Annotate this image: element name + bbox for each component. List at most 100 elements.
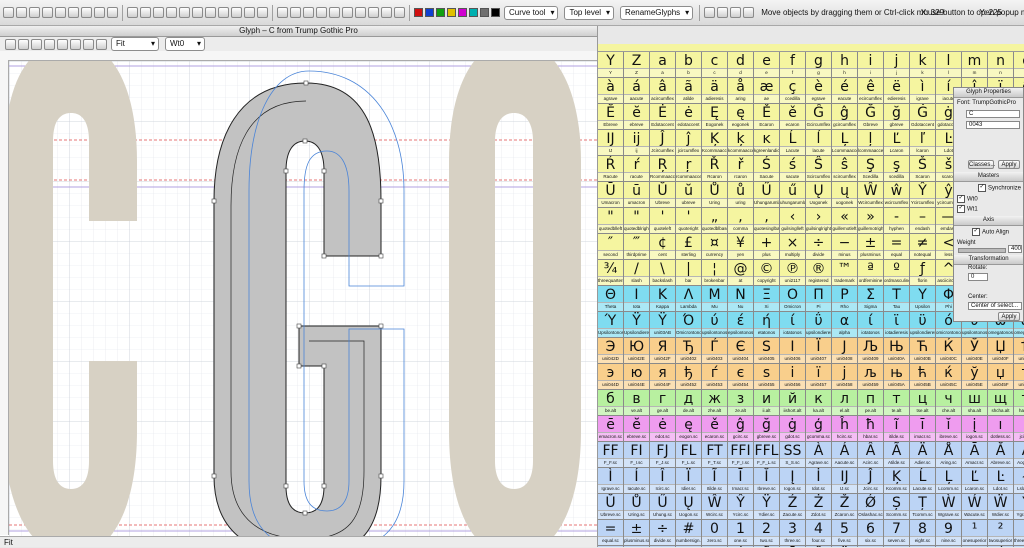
glyph-cell[interactable]: ı dotless.sc	[988, 416, 1014, 442]
align-icon[interactable]	[244, 7, 255, 18]
glyph-cell[interactable]: Ș Scomm.sc	[884, 494, 910, 520]
glyph-cell[interactable]: ± plusminus	[858, 234, 884, 260]
glyph-cell[interactable]: Π Pi	[806, 286, 832, 312]
glyph-cell[interactable]: Ä Adier.sc	[910, 442, 936, 468]
glyph-cell[interactable]: FI F_I.sc	[624, 442, 650, 468]
glyph-cell[interactable]: 5 five.sc	[832, 520, 858, 546]
tool-select[interactable]: Curve tool	[504, 5, 559, 20]
glyph-cell[interactable]: ѕ uni0455	[754, 364, 780, 390]
glyph-cell[interactable]: ģ gcomma.sc	[806, 416, 832, 442]
glyph-cell[interactable]: ŝ scircumflex	[832, 156, 858, 182]
glyph-cell[interactable]: 1 one.sc	[728, 520, 754, 546]
glyph-cell[interactable]: ë edieresis	[884, 78, 910, 104]
glyph-cell[interactable]: Ŝ Scircumflex	[806, 156, 832, 182]
glyph-cell[interactable]: ³threesuperior	[1014, 520, 1024, 546]
glyph-cell[interactable]: ΰupsilondieresistonos	[806, 312, 832, 338]
glyph-cell[interactable]: ℗ uni2117	[780, 260, 806, 286]
classes-button[interactable]: Classes...	[968, 160, 995, 169]
glyph-cell[interactable]: ŰUhungarumlaut	[754, 182, 780, 208]
glyph-cell[interactable]: 9 nine.sc	[936, 520, 962, 546]
glyph-cell[interactable]: Τ Tau	[884, 286, 910, 312]
color-swatch-2[interactable]	[436, 8, 445, 17]
glyph-cell[interactable]: ў uni045E	[962, 364, 988, 390]
color-swatch-6[interactable]	[480, 8, 489, 17]
glyph-cell[interactable]: ã atilde	[676, 78, 702, 104]
rect-icon[interactable]	[166, 7, 177, 18]
glyph-cell[interactable]: ² twosuperior	[988, 520, 1014, 546]
glyph-cell[interactable]: ų uogonek	[832, 182, 858, 208]
glyph-cell[interactable]: 7 seven.sc	[884, 520, 910, 546]
glyph-cell[interactable]: bb	[676, 52, 702, 78]
glyph-cell[interactable]: = equal.sc	[598, 520, 624, 546]
glyph-cell[interactable]: Í Iacute.sc	[624, 468, 650, 494]
glyph-cell[interactable]: ff	[780, 52, 806, 78]
glyph-cell[interactable]: Ŵ Wcircumflex	[858, 182, 884, 208]
glyph-cell[interactable]: ¾ threequarters	[598, 260, 624, 286]
glyph-cell[interactable]: я uni044F	[650, 364, 676, 390]
glyph-cell[interactable]: ŗrcommaaccent	[676, 156, 702, 182]
glyph-cell[interactable]: ĳ ij	[624, 130, 650, 156]
color-swatch-4[interactable]	[458, 8, 467, 17]
glyph-cell[interactable]: é eacute	[832, 78, 858, 104]
glyph-cell[interactable]: £ sterling	[676, 234, 702, 260]
glyph-cell[interactable]: oo	[1014, 52, 1024, 78]
glyph-cell[interactable]: Į Iogon.sc	[780, 468, 806, 494]
glyph-cell[interactable]: т te.alt	[884, 390, 910, 416]
glyph-cell[interactable]: Ŵ Wcirc.sc	[702, 494, 728, 520]
glyph-cell[interactable]: Ŭ Ubreve.sc	[598, 494, 624, 520]
glyph-cell[interactable]: џ uni045F	[988, 364, 1014, 390]
outline-node[interactable]	[321, 363, 327, 369]
contour-icon[interactable]	[342, 7, 353, 18]
glyph-cell[interactable]: Яuni042F	[650, 338, 676, 364]
glyph-cell[interactable]: п pe.alt	[858, 390, 884, 416]
glyph-cell[interactable]: ī imacr.sc	[910, 416, 936, 442]
glyph-cell[interactable]: э uni044D	[598, 364, 624, 390]
glyph-cell[interactable]: з ze.alt	[728, 390, 754, 416]
glyph-cell[interactable]: Ẁ Wgrave.sc	[936, 494, 962, 520]
outline-node[interactable]	[378, 198, 384, 204]
glyph-cell[interactable]: Ę Eogonek	[702, 104, 728, 130]
glyph-cell[interactable]: Ġ Gdotaccent	[910, 104, 936, 130]
glyph-cell[interactable]: Ŕ Racute	[598, 156, 624, 182]
outline-node[interactable]	[296, 323, 302, 329]
hand-icon[interactable]	[329, 7, 340, 18]
knife-icon[interactable]	[153, 7, 164, 18]
glyph-cell[interactable]: FFI F_F_I.sc	[728, 442, 754, 468]
glyph-cell[interactable]: ē emacron.sc	[598, 416, 624, 442]
zoom-select[interactable]: Fit	[111, 37, 159, 51]
cut-icon[interactable]	[81, 7, 92, 18]
glyph-cell[interactable]: İ Idot.sc	[806, 468, 832, 494]
pointer-icon[interactable]	[5, 38, 16, 50]
glyph-cell[interactable]: ỲYgrave.sc	[1014, 494, 1024, 520]
glyph-cell[interactable]: Ѣuni0462	[1014, 338, 1024, 364]
glyph-cell[interactable]: Јuni0408	[832, 338, 858, 364]
glyph-cell[interactable]: Ĺ Lacute.sc	[910, 468, 936, 494]
glyph-cell[interactable]: Ĵ Jcirc.sc	[858, 468, 884, 494]
zoom-icon[interactable]	[31, 38, 42, 50]
glyph-cell[interactable]: ί iotatonos	[858, 312, 884, 338]
glyph-cell[interactable]: Σ Sigma	[858, 286, 884, 312]
glyph-cell[interactable]: Ķ Kcomm.sc	[884, 468, 910, 494]
glyph-cell[interactable]: Š Scaron	[910, 156, 936, 182]
glyph-cell[interactable]: @ at	[728, 260, 754, 286]
glyph-cell[interactable]: Ů Uring	[702, 182, 728, 208]
synchronize-checkbox[interactable]: ✓ Synchronize	[978, 184, 1021, 192]
ruler-icon[interactable]	[44, 38, 55, 50]
glyph-cell[interactable]: г ge.alt	[650, 390, 676, 416]
glyph-cell[interactable]: Ν Nu	[728, 286, 754, 312]
glyph-cell[interactable]: ii	[858, 52, 884, 78]
glyph-cell[interactable]: к ka.alt	[806, 390, 832, 416]
glyph-cell[interactable]: „ quotedblbase	[702, 208, 728, 234]
glyph-cell[interactable]: ї uni0457	[806, 364, 832, 390]
glyph-cell[interactable]: ¥ yen	[728, 234, 754, 260]
glyph-cell[interactable]: ћ uni045B	[910, 364, 936, 390]
ellipse-icon[interactable]	[179, 7, 190, 18]
glyph-cell[interactable]: ğ gbreve	[884, 104, 910, 130]
glyph-cell[interactable]: Їuni0407	[806, 338, 832, 364]
glyph-cell[interactable]: ΫUpsilondieresis	[624, 312, 650, 338]
redo-icon[interactable]	[68, 7, 79, 18]
glyph-cell[interactable]: ř rcaron	[728, 156, 754, 182]
glyph-cell[interactable]: ĝ gcircumflex	[832, 104, 858, 130]
glyph-cell[interactable]: nn	[988, 52, 1014, 78]
glyph-cell[interactable]: Λ Lambda	[676, 286, 702, 312]
